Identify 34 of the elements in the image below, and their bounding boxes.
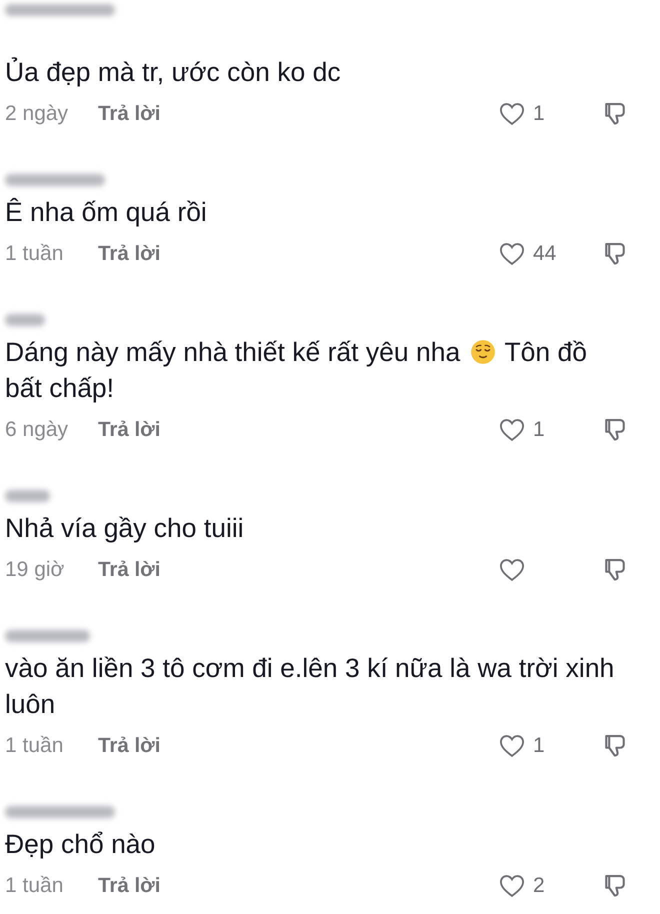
comment-text: Nhả vía gầy cho tuiii (5, 513, 244, 543)
like-count: 44 (533, 241, 556, 268)
heart-icon[interactable] (497, 240, 527, 268)
comment-text: Ê nha ốm quá rồi (5, 197, 207, 227)
timestamp: 1 tuần (5, 241, 64, 268)
heart-icon[interactable] (497, 732, 527, 760)
reply-link[interactable]: Trả lời (98, 98, 160, 130)
comment-text: Dáng này mấy nhà thiết kế rất yêu nha (5, 337, 460, 367)
like-count: 1 (533, 417, 545, 444)
timestamp: 1 tuần (5, 733, 64, 760)
timestamp: 19 giờ (5, 557, 66, 584)
timestamp: 2 ngày (5, 101, 70, 128)
comment-text: Đẹp chổ nào (5, 829, 156, 859)
heart-icon[interactable] (497, 556, 527, 584)
like-count: 1 (533, 101, 545, 128)
like-count: 2 (533, 873, 545, 900)
reply-link[interactable]: Trả lời (98, 238, 160, 270)
reply-link[interactable]: Trả lời (98, 554, 160, 586)
blurred-username (5, 314, 45, 326)
heart-icon[interactable] (497, 872, 527, 900)
heart-icon[interactable] (497, 416, 527, 444)
comment-text: bất chấp! (5, 373, 114, 403)
reply-link[interactable]: Trả lời (98, 870, 160, 902)
heart-icon[interactable] (497, 100, 527, 128)
comment-text: vào ăn liền 3 tô cơm đi e.lên 3 kí nữa là wa trời xinh luôn (5, 653, 614, 719)
relieved-face-icon (470, 339, 496, 365)
timestamp: 1 tuần (5, 873, 64, 900)
blurred-username (5, 490, 50, 502)
timestamp: 6 ngày (5, 417, 70, 444)
reply-link[interactable]: Trả lời (98, 730, 160, 762)
comment-text: Ủa đẹp mà tr, ước còn ko dc (5, 57, 341, 87)
reply-link[interactable]: Trả lời (98, 414, 160, 446)
like-count: 1 (533, 733, 545, 760)
comment-text: Tôn đồ (504, 337, 587, 367)
